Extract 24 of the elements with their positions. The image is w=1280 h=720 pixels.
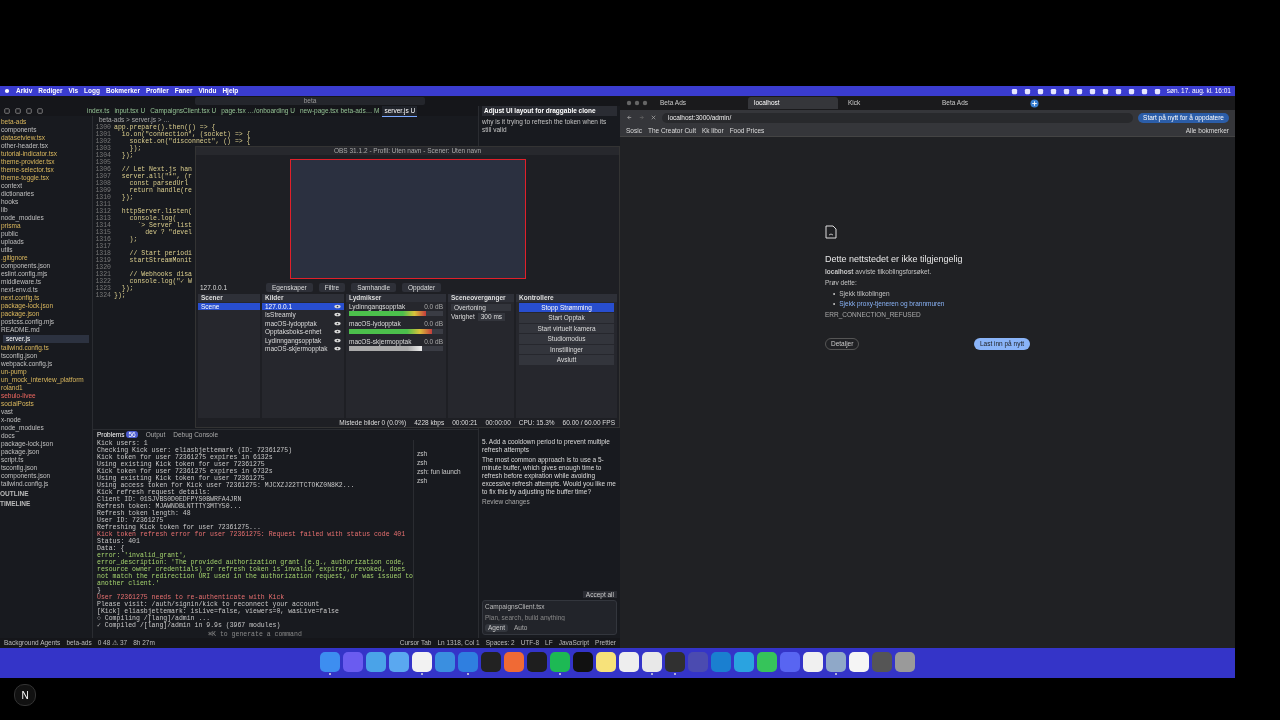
app-icon[interactable] (803, 651, 823, 672)
app-icon[interactable] (412, 651, 432, 672)
app-icon[interactable] (849, 651, 869, 672)
app-icon[interactable] (550, 651, 570, 672)
eye-icon[interactable] (334, 320, 341, 326)
eye-icon[interactable] (334, 303, 341, 309)
eye-icon[interactable] (334, 346, 341, 352)
back-icon[interactable] (626, 114, 633, 121)
add-icon[interactable] (1030, 98, 1039, 108)
app-icon[interactable] (389, 651, 409, 672)
app-icon[interactable] (366, 651, 386, 672)
corner-badge[interactable]: N (14, 684, 36, 706)
app-icon[interactable] (642, 651, 662, 672)
app-icon[interactable] (826, 651, 846, 672)
window-controls-icon[interactable] (626, 100, 650, 106)
eye-icon[interactable] (334, 312, 341, 318)
error-title: Dette nettstedet er ikke tilgjengelig (825, 254, 964, 265)
app-icon[interactable] (757, 651, 777, 672)
eye-icon[interactable] (334, 337, 341, 343)
sad-document-icon (825, 225, 837, 239)
close-icon[interactable] (650, 114, 657, 121)
eye-icon[interactable] (334, 329, 341, 335)
app-icon[interactable] (619, 651, 639, 672)
app-icon[interactable] (596, 651, 616, 672)
